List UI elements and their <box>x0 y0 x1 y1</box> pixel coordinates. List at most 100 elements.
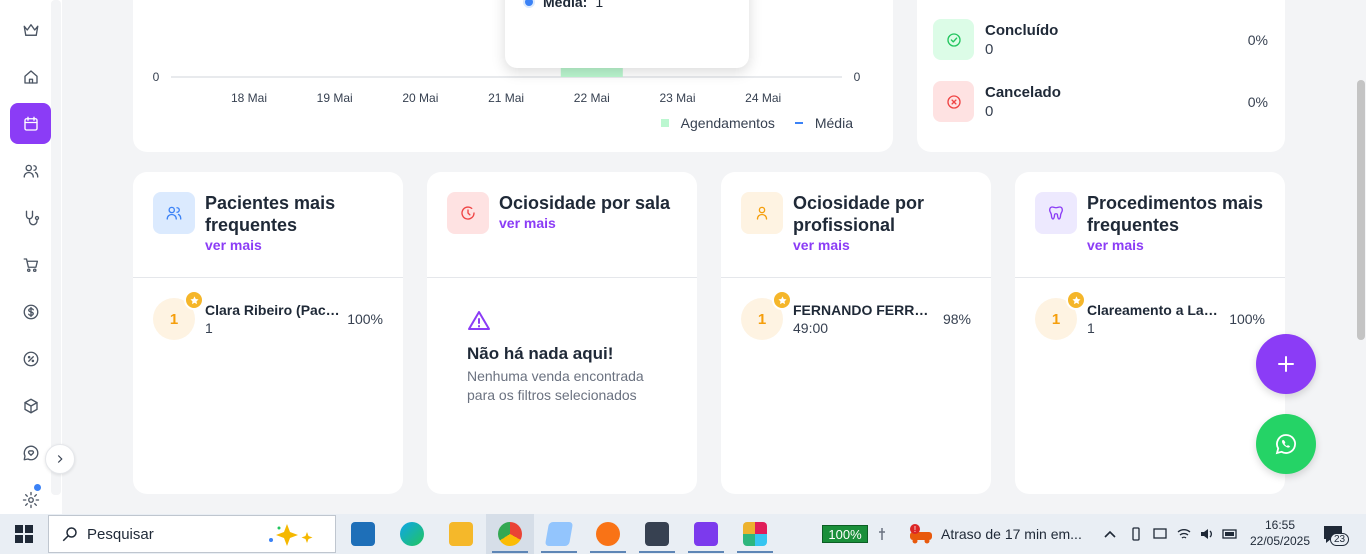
rank-value: 49:00 <box>793 320 829 336</box>
legend-label: Agendamentos <box>680 115 775 131</box>
usb-icon[interactable] <box>1128 526 1144 542</box>
edge-icon <box>400 522 424 546</box>
tooltip-dot <box>523 0 535 8</box>
status-count: 0 <box>985 102 994 120</box>
explorer-icon <box>449 522 473 546</box>
windows-logo-icon <box>15 525 33 543</box>
battery-indicator[interactable]: 100% <box>822 525 868 543</box>
status-row-concluded: Concluído 0 0% <box>933 19 1268 60</box>
ranking-item[interactable]: 1 Clareamento a Laser 1 100% <box>1035 290 1265 340</box>
windows-taskbar: 100% ! Atraso de 17 min em... 16:55 22/0… <box>0 514 1366 554</box>
tooltip-value: 1 <box>595 0 604 10</box>
legend-swatch <box>660 119 669 127</box>
calendar-icon[interactable] <box>10 103 51 144</box>
legend-item-appointments[interactable]: Agendamentos <box>660 115 775 131</box>
users-icon[interactable] <box>10 150 51 191</box>
slack-icon <box>743 522 767 546</box>
taskbar-app-edge[interactable] <box>388 514 436 554</box>
rank-badge: 1 <box>1035 290 1086 340</box>
room-idleness-card: Ociosidade por sala ver mais Não há nada… <box>427 172 697 494</box>
y-axis-left-tick: 0 <box>153 70 160 84</box>
see-more-link[interactable]: ver mais <box>205 237 395 253</box>
rank-percent: 100% <box>1229 311 1265 327</box>
svg-text:!: ! <box>914 525 916 534</box>
stethoscope-icon[interactable] <box>10 197 51 238</box>
search-input[interactable] <box>87 525 257 543</box>
x-axis-tick-label: 22 Mai <box>574 91 610 105</box>
battery-icon[interactable] <box>1222 526 1238 542</box>
rank-badge: 1 <box>741 290 792 340</box>
traffic-icon[interactable]: ! <box>908 523 934 545</box>
taskbar-app-slack[interactable] <box>731 514 779 554</box>
rank-name: Clara Ribeiro (Pacie... <box>205 302 342 318</box>
crown-icon[interactable] <box>10 9 51 50</box>
page-scrollbar[interactable] <box>1356 0 1366 514</box>
empty-description: Nenhuma venda encontrada para os filtros… <box>467 368 644 403</box>
status-percent: 0% <box>1247 31 1268 48</box>
frequent-procedures-card: Procedimentos mais frequentes ver mais 1… <box>1015 172 1285 494</box>
divider <box>427 277 697 278</box>
rank-number: 1 <box>1051 310 1061 328</box>
whatsapp-icon <box>1275 434 1296 455</box>
scroll-thumb[interactable] <box>1357 80 1365 340</box>
app-icon <box>596 522 620 546</box>
x-circle-icon <box>933 81 974 122</box>
notification-count: 23 <box>1330 533 1350 546</box>
chevron-up-icon[interactable] <box>1102 526 1118 542</box>
visual-studio-icon <box>694 522 718 546</box>
chrome-icon <box>498 522 522 546</box>
ranking-item[interactable]: 1 FERNANDO FERREI... 49:00 98% <box>741 290 971 340</box>
plus-icon <box>1278 356 1294 372</box>
taskbar-app-generic[interactable] <box>584 514 632 554</box>
status-row-cancelled: Cancelado 0 0% <box>933 81 1268 122</box>
star-icon <box>184 290 204 310</box>
expand-sidebar-button[interactable] <box>45 444 75 474</box>
rank-number: 1 <box>757 310 767 328</box>
home-icon[interactable] <box>10 56 51 97</box>
card-title: Pacientes mais frequentes <box>205 193 336 235</box>
whatsapp-button[interactable] <box>1256 414 1316 474</box>
taskbar-app-calculator[interactable] <box>633 514 681 554</box>
calculator-icon <box>645 522 669 546</box>
status-percent: 0% <box>1247 93 1268 110</box>
status-summary-card: Concluído 0 0% Cancelado 0 0% <box>917 0 1285 152</box>
sidebar <box>0 0 62 514</box>
sidebar-divider <box>51 0 61 495</box>
empty-state: Não há nada aqui! Nenhuma venda encontra… <box>467 309 657 405</box>
cart-icon[interactable] <box>10 244 51 285</box>
procedure-icon <box>1035 192 1077 234</box>
taskbar-app-explorer[interactable] <box>437 514 485 554</box>
taskbar-app-notepad[interactable] <box>535 514 583 554</box>
display-icon[interactable] <box>1152 526 1168 542</box>
discount-icon[interactable] <box>10 338 51 379</box>
clock-time: 16:55 <box>1264 518 1296 532</box>
see-more-link[interactable]: ver mais <box>1087 237 1277 253</box>
rank-name: FERNANDO FERREI... <box>793 302 937 318</box>
taskbar-app-visual-studio[interactable] <box>682 514 730 554</box>
dollar-icon[interactable] <box>10 291 51 332</box>
legend-item-average[interactable]: Média <box>794 115 853 131</box>
legend-label: Média <box>814 115 853 131</box>
rank-value: 1 <box>205 320 213 336</box>
windows-start-button[interactable] <box>0 514 48 554</box>
x-axis-tick-label: 24 Mai <box>745 91 781 105</box>
taskbar-search[interactable] <box>48 515 336 553</box>
wifi-icon[interactable] <box>1176 526 1192 542</box>
taskbar-app-desktop[interactable] <box>339 514 387 554</box>
taskbar-app-chrome[interactable] <box>486 514 534 554</box>
warning-icon <box>468 311 490 330</box>
see-more-link[interactable]: ver mais <box>499 215 689 231</box>
users-icon <box>153 192 195 234</box>
x-axis-tick-label: 18 Mai <box>231 91 267 105</box>
see-more-link[interactable]: ver mais <box>793 237 983 253</box>
weather-news-text[interactable]: Atraso de 17 min em... <box>941 526 1082 542</box>
ranking-item[interactable]: 1 Clara Ribeiro (Pacie... 1 100% <box>153 290 383 340</box>
status-title: Cancelado <box>985 83 1061 101</box>
system-clock[interactable]: 16:55 22/05/2025 <box>1244 517 1316 549</box>
volume-icon[interactable] <box>1199 526 1215 542</box>
heart-chat-icon[interactable] <box>10 432 51 473</box>
box-icon[interactable] <box>10 385 51 426</box>
add-button[interactable] <box>1256 334 1316 394</box>
star-icon <box>772 290 792 310</box>
check-circle-icon <box>933 19 974 60</box>
